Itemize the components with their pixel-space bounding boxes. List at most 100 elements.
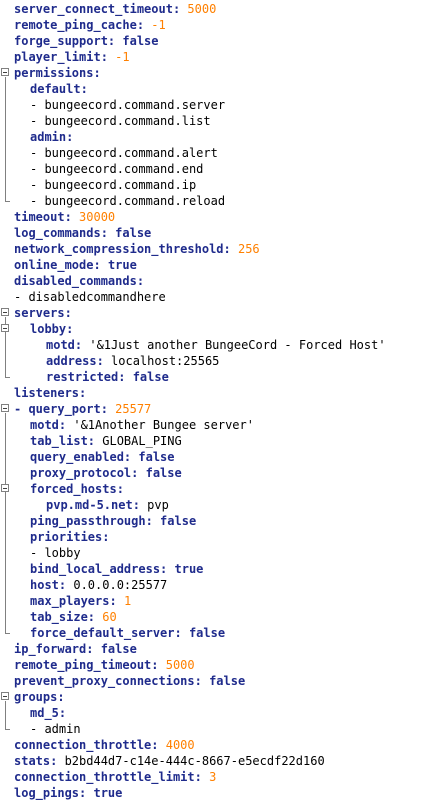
code-line[interactable]: tab_size: 60: [0, 609, 431, 625]
code-line[interactable]: proxy_protocol: false: [0, 465, 431, 481]
yaml-key: bind_local_address: [30, 562, 161, 576]
yaml-separator: :: [87, 610, 103, 624]
code-line[interactable]: lobby:: [0, 321, 431, 337]
code-line[interactable]: default:: [0, 81, 431, 97]
code-line[interactable]: server_connect_timeout: 5000: [0, 1, 431, 17]
code-line[interactable]: - bungeecord.command.reload: [0, 193, 431, 209]
code-line[interactable]: stats: b2bd44d7-c14e-444c-8667-e5ecdf22d…: [0, 753, 431, 769]
code-line-text: lobby:: [30, 321, 73, 337]
code-line[interactable]: max_players: 1: [0, 593, 431, 609]
code-line[interactable]: query_enabled: false: [0, 449, 431, 465]
yaml-key: md_5: [30, 706, 59, 720]
code-line[interactable]: timeout: 30000: [0, 209, 431, 225]
code-line[interactable]: remote_ping_cache: -1: [0, 17, 431, 33]
yaml-key: - query_port: [14, 402, 101, 416]
yaml-editor[interactable]: server_connect_timeout: 5000 remote_ping_…: [0, 0, 431, 802]
yaml-string-value: - lobby: [30, 546, 81, 560]
yaml-number-value: 256: [237, 242, 260, 256]
code-line[interactable]: listeners:: [0, 385, 431, 401]
code-line-text: pvp.md-5.net: pvp: [46, 497, 169, 513]
yaml-key: prevent_proxy_connections: [14, 674, 195, 688]
code-line[interactable]: tab_list: GLOBAL_PING: [0, 433, 431, 449]
code-line[interactable]: motd: '&1Just another BungeeCord - Force…: [0, 337, 431, 353]
code-line[interactable]: forced_hosts:: [0, 481, 431, 497]
code-line-text: - bungeecord.command.reload: [30, 193, 225, 209]
yaml-separator: :: [64, 306, 72, 320]
code-line[interactable]: ip_forward: false: [0, 641, 431, 657]
yaml-key: permissions: [14, 66, 94, 80]
code-line[interactable]: disabled_commands:: [0, 273, 431, 289]
code-line-text: remote_ping_cache: -1: [14, 17, 166, 33]
code-line[interactable]: log_pings: true: [0, 785, 431, 801]
yaml-separator: :: [136, 274, 145, 288]
code-line[interactable]: - bungeecord.command.end: [0, 161, 431, 177]
yaml-string-value: - disabledcommandhere: [14, 290, 166, 304]
yaml-number-value: 5000: [165, 658, 195, 672]
yaml-key: log_pings: [14, 786, 80, 800]
yaml-number-value: -1: [115, 50, 130, 64]
code-line[interactable]: priorities:: [0, 529, 431, 545]
yaml-separator: :: [136, 18, 152, 32]
yaml-number-value: 3: [209, 770, 217, 784]
code-line[interactable]: pvp.md-5.net: pvp: [0, 497, 431, 513]
code-line[interactable]: - query_port: 25577: [0, 401, 431, 417]
code-line[interactable]: connection_throttle_limit: 3: [0, 769, 431, 785]
yaml-boolean-value: true: [107, 258, 137, 272]
code-line[interactable]: - lobby: [0, 545, 431, 561]
yaml-separator: :: [58, 578, 74, 592]
yaml-key: default: [30, 82, 81, 96]
code-line[interactable]: - disabledcommandhere: [0, 289, 431, 305]
yaml-key: force_default_server: [30, 626, 175, 640]
code-line[interactable]: player_limit: -1: [0, 49, 431, 65]
fold-toggle-icon[interactable]: [1, 324, 9, 332]
code-line[interactable]: restricted: false: [0, 369, 431, 385]
fold-toggle-icon[interactable]: [1, 68, 9, 76]
yaml-number-value: 60: [102, 610, 117, 624]
code-line[interactable]: forge_support: false: [0, 33, 431, 49]
yaml-separator: :: [194, 770, 210, 784]
yaml-string-value: - bungeecord.command.list: [30, 114, 211, 128]
code-line[interactable]: log_commands: false: [0, 225, 431, 241]
code-line-text: connection_throttle_limit: 3: [14, 769, 216, 785]
fold-toggle-icon[interactable]: [1, 404, 9, 412]
yaml-key: host: [30, 578, 59, 592]
code-line[interactable]: groups:: [0, 689, 431, 705]
code-line[interactable]: permissions:: [0, 65, 431, 81]
code-line[interactable]: admin:: [0, 129, 431, 145]
code-line[interactable]: host: 0.0.0.0:25577: [0, 577, 431, 593]
fold-toggle-icon[interactable]: [1, 692, 9, 700]
code-line[interactable]: - bungeecord.command.ip: [0, 177, 431, 193]
code-line[interactable]: force_default_server: false: [0, 625, 431, 641]
yaml-key: motd: [46, 338, 75, 352]
code-line[interactable]: - bungeecord.command.alert: [0, 145, 431, 161]
yaml-separator: :: [160, 562, 175, 576]
code-line[interactable]: prevent_proxy_connections: false: [0, 673, 431, 689]
code-line-text: log_pings: true: [14, 785, 122, 801]
code-line-text: proxy_protocol: false: [30, 465, 182, 481]
code-line[interactable]: online_mode: true: [0, 257, 431, 273]
code-line[interactable]: remote_ping_timeout: 5000: [0, 657, 431, 673]
code-line[interactable]: servers:: [0, 305, 431, 321]
code-line[interactable]: network_compression_threshold: 256: [0, 241, 431, 257]
code-line-text: forge_support: false: [14, 33, 159, 49]
fold-toggle-icon[interactable]: [1, 484, 9, 492]
code-line[interactable]: bind_local_address: true: [0, 561, 431, 577]
yaml-key: disabled_commands: [14, 274, 137, 288]
code-line[interactable]: - admin: [0, 721, 431, 737]
yaml-separator: :: [151, 738, 166, 752]
code-line[interactable]: ping_passthrough: false: [0, 513, 431, 529]
code-line-text: player_limit: -1: [14, 49, 130, 65]
code-line[interactable]: - bungeecord.command.server: [0, 97, 431, 113]
code-line-text: prevent_proxy_connections: false: [14, 673, 245, 689]
yaml-separator: :: [87, 434, 103, 448]
code-line[interactable]: - bungeecord.command.list: [0, 113, 431, 129]
fold-toggle-icon[interactable]: [1, 308, 9, 316]
code-line[interactable]: address: localhost:25565: [0, 353, 431, 369]
code-line[interactable]: motd: '&1Another Bungee server': [0, 417, 431, 433]
yaml-separator: :: [57, 690, 65, 704]
yaml-key: connection_throttle_limit: [14, 770, 195, 784]
code-line[interactable]: connection_throttle: 4000: [0, 737, 431, 753]
yaml-separator: :: [100, 402, 116, 416]
yaml-string-value: - bungeecord.command.reload: [30, 194, 226, 208]
code-line[interactable]: md_5:: [0, 705, 431, 721]
